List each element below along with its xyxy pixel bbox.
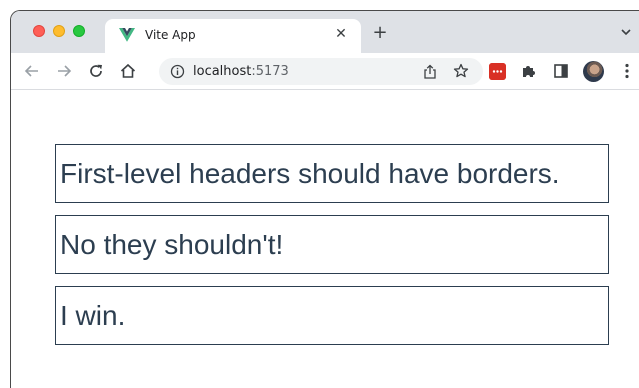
back-arrow-icon[interactable] [23,62,41,80]
chevron-down-icon[interactable] [619,25,633,39]
extension-icon[interactable] [489,63,506,80]
browser-window: Vite App ✕ + localhost:5173 First-level … [10,10,639,388]
first-level-header: I win. [55,286,609,345]
new-tab-button[interactable]: + [371,24,389,42]
maximize-window-button[interactable] [73,25,85,37]
tab-strip: Vite App ✕ + [11,11,639,53]
page-viewport: First-level headers should have borders.… [11,90,639,388]
tab-vite-app[interactable]: Vite App ✕ [105,19,361,53]
forward-arrow-icon[interactable] [55,62,73,80]
tab-close-icon[interactable]: ✕ [333,26,349,42]
tab-title: Vite App [145,28,196,42]
share-icon[interactable] [423,64,437,79]
first-level-header: No they shouldn't! [55,215,609,274]
more-menu-icon[interactable] [625,63,629,79]
extensions-puzzle-icon[interactable] [521,63,537,79]
home-icon[interactable] [119,62,137,80]
reload-icon[interactable] [87,62,105,80]
url-port: :5173 [251,64,289,79]
url-host: localhost [193,64,252,79]
url-text: localhost:5173 [193,64,289,79]
vue-logo-icon [119,28,135,42]
bookmark-star-icon[interactable] [453,63,469,79]
browser-toolbar: localhost:5173 [11,53,639,90]
address-bar[interactable]: localhost:5173 [159,58,483,85]
close-window-button[interactable] [33,25,45,37]
minimize-window-button[interactable] [53,25,65,37]
side-panel-icon[interactable] [554,64,568,78]
info-icon[interactable] [170,64,185,79]
profile-avatar[interactable] [583,61,604,82]
first-level-header: First-level headers should have borders. [55,144,609,203]
